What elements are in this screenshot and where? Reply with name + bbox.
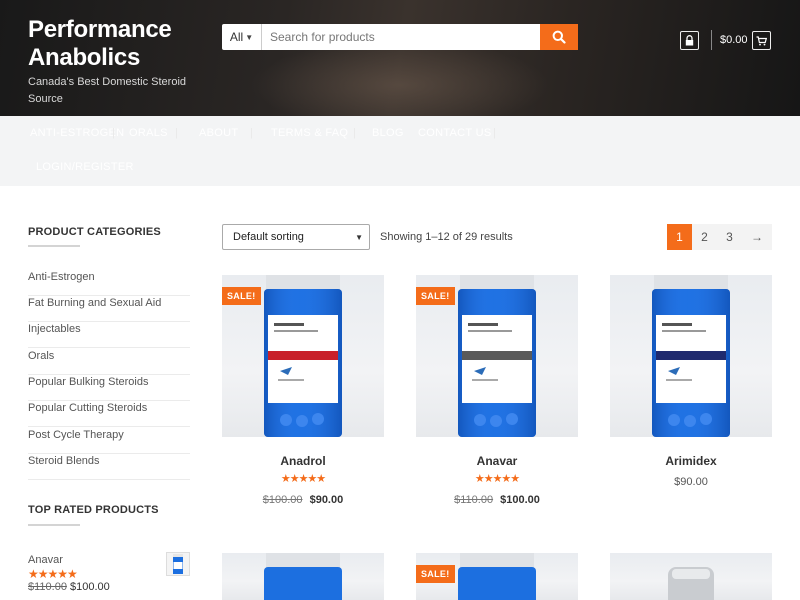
category-link[interactable]: Orals [28,349,190,375]
site-title[interactable]: Performance Anabolics [28,16,218,72]
category-link[interactable]: Steroid Blends [28,454,190,480]
search-category-select[interactable]: All ▼ [222,24,262,50]
nav-separator: | [353,127,356,139]
product-title[interactable]: Anavar [416,454,578,468]
nav-separator: | [250,127,253,139]
category-link[interactable]: Popular Bulking Steroids [28,375,190,401]
top-rated-title: TOP RATED PRODUCTS [28,504,159,516]
pagination-next-arrow[interactable]: → [742,224,772,250]
sort-select[interactable]: Default sorting ▼ [222,224,370,250]
nav-item-blog[interactable]: BLOG [372,127,404,139]
result-count: Showing 1–12 of 29 results [380,231,513,243]
pill-bottle-image [173,554,183,574]
vial-image [668,567,714,600]
nav-item-terms-faq[interactable]: TERMS & FAQ [271,127,348,139]
category-link[interactable]: Anti-Estrogen [28,270,190,296]
widget-underline [28,524,80,526]
widget-underline [28,245,80,247]
product-categories-title: PRODUCT CATEGORIES [28,226,161,238]
nav-item-orals[interactable]: ORALS [129,127,168,139]
top-rated-star-rating: ★★★★★ [28,567,78,581]
product-price: $100.00 $90.00 [222,494,384,506]
chevron-down-icon: ▼ [245,32,254,42]
product-image[interactable] [222,553,384,600]
top-rated-product-name[interactable]: Anavar [28,554,63,566]
search-icon [552,30,566,44]
pagination-page-3[interactable]: 3 [717,224,742,250]
top-rated-thumbnail[interactable] [166,552,190,576]
pagination-page-1[interactable]: 1 [667,224,692,250]
nav-separator: | [112,127,115,139]
product-price: $110.00 $100.00 [416,494,578,506]
category-link[interactable]: Popular Cutting Steroids [28,401,190,427]
pill-bottle-image [652,275,730,437]
product-title[interactable]: Anadrol [222,454,384,468]
header-divider [711,30,712,50]
product-image[interactable] [610,275,772,437]
category-link[interactable]: Fat Burning and Sexual Aid [28,296,190,322]
nav-separator: | [175,127,178,139]
regular-price: $90.00 [674,476,708,488]
product-price: $90.00 [610,476,772,488]
nav-item-anti-estrogen[interactable]: ANTI-ESTROGEN [30,127,124,139]
lock-icon [685,35,694,46]
sale-price: $90.00 [309,494,344,506]
nav-item-contact[interactable]: CONTACT US [418,127,492,139]
account-button[interactable] [680,31,699,50]
top-rated-price: $110.00 $100.00 [28,581,110,593]
search-input[interactable] [262,24,540,50]
cart-button[interactable] [752,31,771,50]
sale-badge: SALE! [222,287,261,305]
category-link[interactable]: Injectables [28,322,190,348]
site-header: Performance Anabolics Canada's Best Dome… [0,0,800,116]
pill-bottle-image [264,553,342,600]
category-link[interactable]: Post Cycle Therapy [28,428,190,454]
sort-select-value: Default sorting [233,231,304,243]
search-bar: All ▼ [222,24,578,50]
original-price: $110.00 [28,581,67,593]
product-title[interactable]: Arimidex [610,454,772,468]
chevron-down-icon: ▼ [355,232,363,242]
original-price: $100.00 [262,494,303,506]
search-button[interactable] [540,24,578,50]
nav-item-login[interactable]: LOGIN/REGISTER [36,161,134,173]
sale-price: $100.00 [500,494,540,506]
product-image[interactable] [610,553,772,600]
nav-separator: | [493,127,496,139]
sale-price: $100.00 [70,581,110,593]
sale-badge: SALE! [416,287,455,305]
pagination-page-2[interactable]: 2 [692,224,717,250]
star-rating: ★★★★★ [474,473,520,485]
search-category-label: All [229,30,244,44]
sale-badge: SALE! [416,565,455,583]
cart-total[interactable]: $0.00 [720,34,748,46]
original-price: $110.00 [454,494,494,506]
star-rating: ★★★★★ [280,473,326,485]
nav-item-about[interactable]: ABOUT [199,127,238,139]
site-tagline: Canada's Best Domestic Steroid Source [28,76,187,105]
cart-icon [756,35,767,45]
